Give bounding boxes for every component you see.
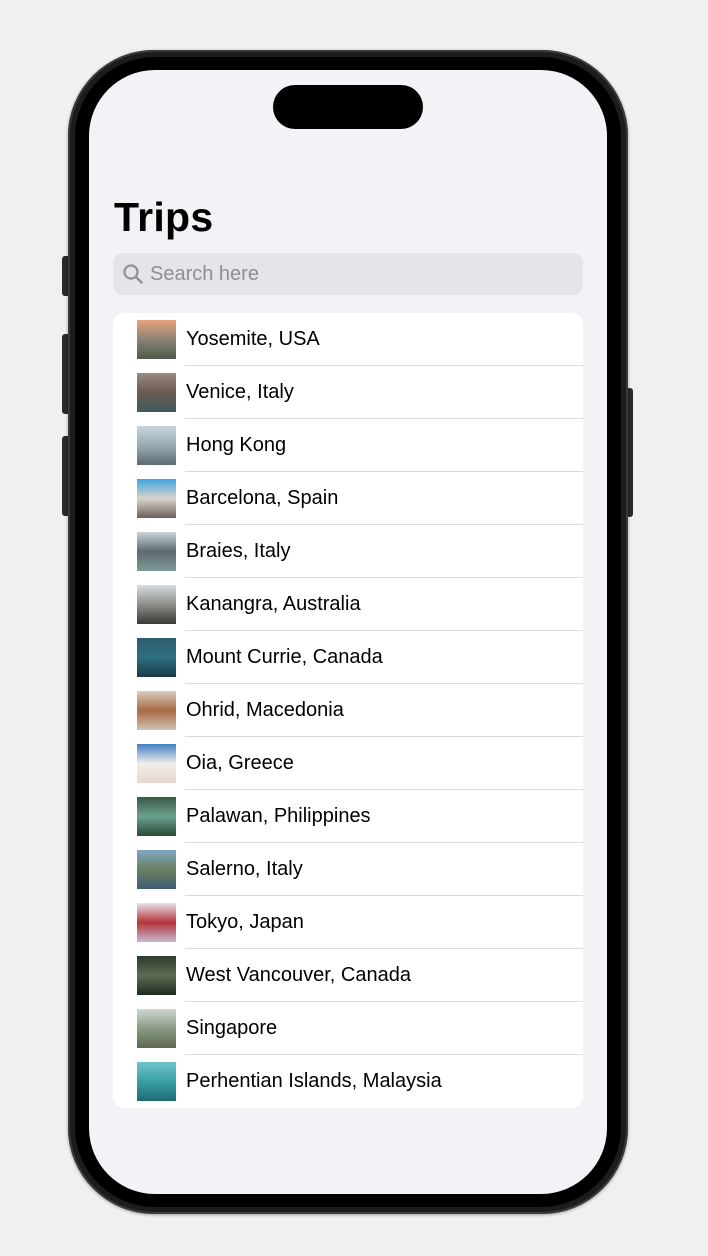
list-item[interactable]: Venice, Italy xyxy=(113,366,583,419)
trip-label: Salerno, Italy xyxy=(186,858,303,880)
trip-thumbnail xyxy=(137,956,176,995)
trip-list: Yosemite, USA Venice, Italy Hong Kong Barce… xyxy=(113,313,583,1108)
trip-thumbnail xyxy=(137,1062,176,1101)
trip-thumbnail xyxy=(137,320,176,359)
list-item[interactable]: Ohrid, Macedonia xyxy=(113,684,583,737)
trip-thumbnail xyxy=(137,744,176,783)
dynamic-island xyxy=(273,85,423,129)
trip-label: Barcelona, Spain xyxy=(186,487,339,509)
trip-thumbnail xyxy=(137,797,176,836)
trip-label: Venice, Italy xyxy=(186,381,294,403)
trip-thumbnail xyxy=(137,585,176,624)
trip-label: Braies, Italy xyxy=(186,540,291,562)
list-item[interactable]: Kanangra, Australia xyxy=(113,578,583,631)
list-item[interactable]: Salerno, Italy xyxy=(113,843,583,896)
search-input[interactable] xyxy=(150,262,570,286)
trip-thumbnail xyxy=(137,426,176,465)
list-item[interactable]: Braies, Italy xyxy=(113,525,583,578)
list-item[interactable]: Hong Kong xyxy=(113,419,583,472)
list-item[interactable]: Singapore xyxy=(113,1002,583,1055)
list-item[interactable]: Perhentian Islands, Malaysia xyxy=(113,1055,583,1108)
search-bar[interactable] xyxy=(113,253,583,295)
list-item[interactable]: West Vancouver, Canada xyxy=(113,949,583,1002)
trip-label: Yosemite, USA xyxy=(186,328,320,350)
trip-thumbnail xyxy=(137,691,176,730)
list-item[interactable]: Tokyo, Japan xyxy=(113,896,583,949)
trip-label: Mount Currie, Canada xyxy=(186,646,383,668)
list-item[interactable]: Oia, Greece xyxy=(113,737,583,790)
trip-label: Perhentian Islands, Malaysia xyxy=(186,1070,442,1092)
trip-label: Hong Kong xyxy=(186,434,287,456)
list-item[interactable]: Palawan, Philippines xyxy=(113,790,583,843)
trip-label: Oia, Greece xyxy=(186,752,294,774)
trip-label: Palawan, Philippines xyxy=(186,805,371,827)
trip-thumbnail xyxy=(137,373,176,412)
trip-thumbnail xyxy=(137,479,176,518)
list-item[interactable]: Mount Currie, Canada xyxy=(113,631,583,684)
search-icon xyxy=(122,263,144,285)
list-item[interactable]: Yosemite, USA xyxy=(113,313,583,366)
phone-screen: Trips Yosemite, USA Venice, Italy Hong Kon… xyxy=(89,70,607,1194)
trip-label: Kanangra, Australia xyxy=(186,593,361,615)
trip-label: West Vancouver, Canada xyxy=(186,964,411,986)
trip-label: Tokyo, Japan xyxy=(186,911,304,933)
trip-thumbnail xyxy=(137,850,176,889)
trip-thumbnail xyxy=(137,1009,176,1048)
trip-thumbnail xyxy=(137,532,176,571)
page-title: Trips xyxy=(114,194,214,240)
trip-label: Singapore xyxy=(186,1017,278,1039)
trip-label: Ohrid, Macedonia xyxy=(186,699,344,721)
trip-thumbnail xyxy=(137,638,176,677)
trip-thumbnail xyxy=(137,903,176,942)
list-item[interactable]: Barcelona, Spain xyxy=(113,472,583,525)
